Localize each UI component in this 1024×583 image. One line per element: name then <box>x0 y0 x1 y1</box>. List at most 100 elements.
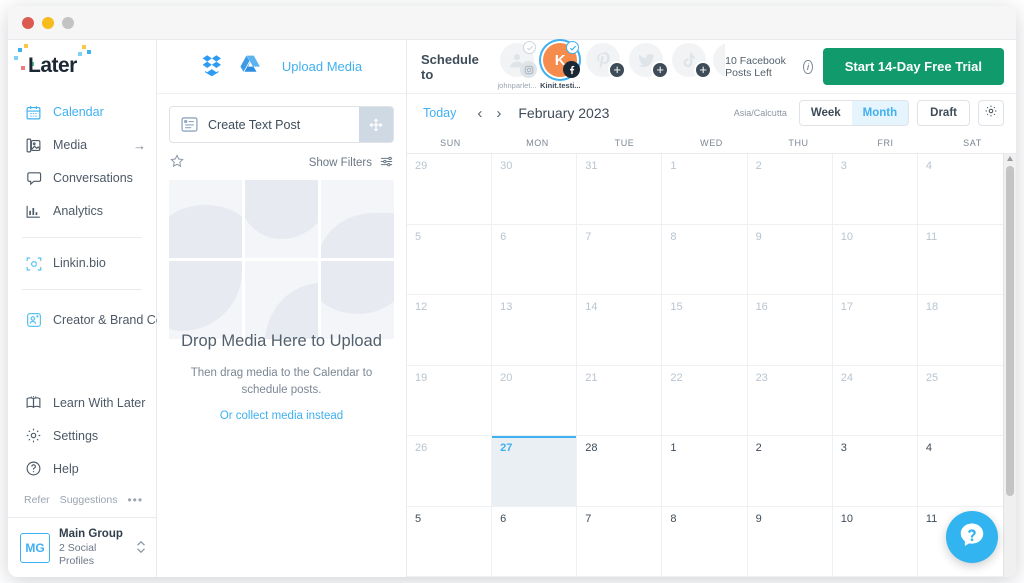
sidebar-item-conversations[interactable]: Conversations <box>8 162 156 195</box>
calendar-day-cell[interactable]: 20 <box>492 366 577 437</box>
calendar-day-cell[interactable]: 5 <box>407 225 492 296</box>
calendar-day-cell[interactable]: 26 <box>407 436 492 507</box>
calendar-day-cell[interactable]: 21 <box>577 366 662 437</box>
calendar-day-cell[interactable]: 18 <box>918 295 1003 366</box>
calendar-day-cell[interactable]: 25 <box>918 366 1003 437</box>
maximize-window-button[interactable] <box>62 17 74 29</box>
calendar-day-cell[interactable]: 30 <box>492 154 577 225</box>
today-button[interactable]: Today <box>423 106 456 120</box>
refer-link[interactable]: Refer <box>24 494 50 506</box>
calendar-day-cell[interactable]: 6 <box>492 507 577 578</box>
calendar-day-cell[interactable]: 1 <box>662 154 747 225</box>
calendar-day-cell[interactable]: 4 <box>918 436 1003 507</box>
group-switcher[interactable]: MG Main Group 2 Social Profiles <box>8 517 156 577</box>
close-window-button[interactable] <box>22 17 34 29</box>
sidebar-item-learn-with-later[interactable]: Learn With Later <box>8 386 156 419</box>
calendar-day-cell[interactable]: 14 <box>577 295 662 366</box>
calendar-day-cell[interactable]: 3 <box>833 436 918 507</box>
calendar-day-cell[interactable]: 9 <box>748 225 833 296</box>
calendar-day-cell[interactable]: 10 <box>833 507 918 578</box>
calendar-day-cell[interactable]: 9 <box>748 507 833 578</box>
calendar-day-cell[interactable]: 6 <box>492 225 577 296</box>
account-facebook[interactable]: K <box>541 43 579 90</box>
calendar-day-cell[interactable]: 7 <box>577 225 662 296</box>
draft-button[interactable]: Draft <box>917 100 970 126</box>
sidebar-item-settings[interactable]: Settings <box>8 419 156 452</box>
calendar-day-cell[interactable]: 4 <box>918 154 1003 225</box>
day-number: 21 <box>585 372 661 384</box>
account-instagram[interactable]: johnparlet... <box>498 43 536 90</box>
add-icon[interactable]: + <box>694 61 712 79</box>
help-chat-button[interactable] <box>946 511 998 563</box>
drag-handle-icon[interactable] <box>359 107 393 142</box>
sidebar-item-media[interactable]: Media → <box>8 129 156 162</box>
calendar-day-cell[interactable]: 10 <box>833 225 918 296</box>
minimize-window-button[interactable] <box>42 17 54 29</box>
calendar-settings-button[interactable] <box>978 100 1004 126</box>
upload-media-link[interactable]: Upload Media <box>282 59 362 74</box>
app-window: Later Calendar <box>8 6 1016 577</box>
calendar-scrollbar[interactable] <box>1003 154 1016 577</box>
sidebar-item-calendar[interactable]: Calendar <box>8 96 156 129</box>
chevron-updown-icon <box>136 539 146 556</box>
calendar-day-cell[interactable]: 23 <box>748 366 833 437</box>
suggestions-link[interactable]: Suggestions <box>60 494 118 506</box>
collect-media-link[interactable]: Or collect media instead <box>220 410 343 422</box>
calendar-day-cell[interactable]: 16 <box>748 295 833 366</box>
calendar-day-cell[interactable]: 29 <box>407 154 492 225</box>
add-account-twitter[interactable]: + <box>627 43 665 77</box>
calendar-day-cell[interactable]: 1 <box>662 436 747 507</box>
calendar-day-cell[interactable]: 5 <box>407 507 492 578</box>
avatar-placeholder <box>713 43 725 77</box>
scroll-up-arrow-icon[interactable] <box>1007 156 1013 161</box>
create-text-post-button[interactable]: Create Text Post <box>169 106 394 143</box>
calendar-day-cell[interactable]: 15 <box>662 295 747 366</box>
calendar-day-cell[interactable]: 2 <box>748 436 833 507</box>
day-number: 31 <box>585 160 661 172</box>
info-icon[interactable]: i <box>803 60 812 74</box>
add-account-tiktok[interactable]: + <box>670 43 708 77</box>
scrollbar-thumb[interactable] <box>1006 166 1014 496</box>
add-account-pinterest[interactable]: + <box>584 43 622 77</box>
calendar-day-cell[interactable]: 24 <box>833 366 918 437</box>
tab-month[interactable]: Month <box>852 101 908 125</box>
calendar-day-cell[interactable]: 8 <box>662 225 747 296</box>
chevron-right-icon[interactable]: › <box>489 105 508 122</box>
calendar-day-cell[interactable]: 13 <box>492 295 577 366</box>
sidebar-item-creator-brand-collabs[interactable]: Creator & Brand Collabs BETA → <box>8 299 156 341</box>
day-header: TUE <box>581 132 668 153</box>
sidebar-item-linkinbio[interactable]: Linkin.bio <box>8 247 156 280</box>
calendar-day-cell-today[interactable]: 27 <box>492 436 577 507</box>
sidebar-item-analytics[interactable]: Analytics <box>8 195 156 228</box>
conversations-icon <box>24 169 43 188</box>
google-drive-icon[interactable] <box>239 53 262 81</box>
day-number: 2 <box>756 442 832 454</box>
day-number: 28 <box>585 442 661 454</box>
add-icon[interactable]: + <box>608 61 626 79</box>
more-options-icon[interactable]: ••• <box>127 493 143 507</box>
tab-week[interactable]: Week <box>800 101 852 125</box>
calendar-day-cell[interactable]: 7 <box>577 507 662 578</box>
start-free-trial-button[interactable]: Start 14-Day Free Trial <box>823 48 1004 85</box>
calendar-day-cell[interactable]: 17 <box>833 295 918 366</box>
day-number: 1 <box>670 442 746 454</box>
dropbox-icon[interactable] <box>201 52 225 81</box>
day-number: 18 <box>926 301 1003 313</box>
show-filters-button[interactable]: Show Filters <box>309 154 394 172</box>
calendar-day-cell[interactable]: 28 <box>577 436 662 507</box>
brand-logo[interactable]: Later <box>8 40 156 94</box>
add-icon[interactable]: + <box>651 61 669 79</box>
calendar-day-cell[interactable]: 8 <box>662 507 747 578</box>
calendar-day-cell[interactable]: 31 <box>577 154 662 225</box>
star-icon[interactable] <box>169 153 185 172</box>
calendar-day-cell[interactable]: 22 <box>662 366 747 437</box>
sidebar-item-help[interactable]: Help <box>8 452 156 485</box>
calendar-day-cell[interactable]: 3 <box>833 154 918 225</box>
chevron-left-icon[interactable]: ‹ <box>470 105 489 122</box>
calendar-day-cell[interactable]: 19 <box>407 366 492 437</box>
calendar-day-cell[interactable]: 12 <box>407 295 492 366</box>
add-account-more[interactable] <box>713 43 725 77</box>
calendar-day-cell[interactable]: 2 <box>748 154 833 225</box>
media-dropzone[interactable]: Drop Media Here to Upload Then drag medi… <box>169 180 394 567</box>
calendar-day-cell[interactable]: 11 <box>918 225 1003 296</box>
